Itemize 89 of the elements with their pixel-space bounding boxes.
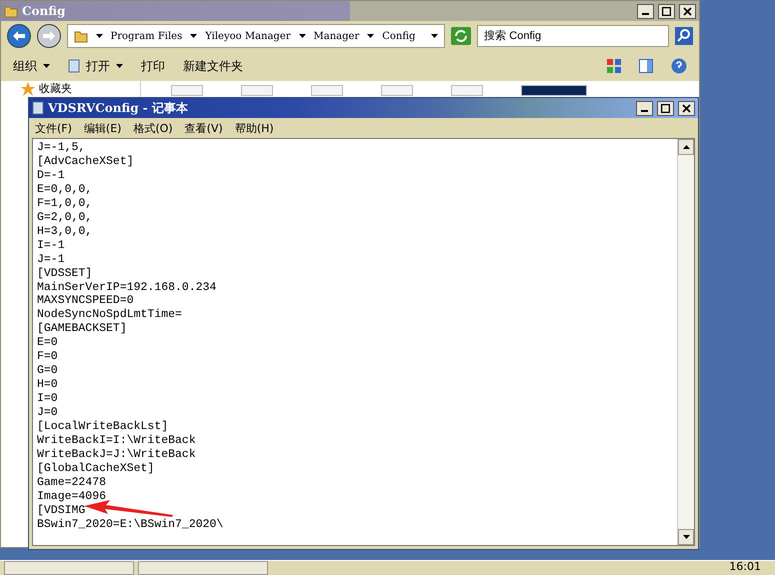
view-icon[interactable] bbox=[607, 59, 621, 73]
star-icon bbox=[21, 82, 35, 96]
address-bar[interactable]: Program Files Yileyoo Manager Manager Config bbox=[66, 24, 446, 48]
text-line: I=-1 bbox=[37, 238, 65, 253]
close-button[interactable] bbox=[678, 100, 695, 116]
search-field[interactable]: 搜索 Config bbox=[477, 25, 670, 47]
text-line: WriteBackI=I:\WriteBack bbox=[37, 434, 196, 448]
maximize-icon bbox=[661, 104, 670, 112]
text-line: [LocalWriteBackLst] bbox=[37, 420, 168, 434]
text-line: [AdvCacheXSet] bbox=[37, 154, 134, 169]
text-line: [VDSSET] bbox=[37, 266, 92, 281]
up-arrow-icon bbox=[682, 145, 690, 149]
sidebar-item[interactable]: 收藏夹 bbox=[39, 83, 72, 95]
close-button[interactable] bbox=[679, 4, 696, 18]
help-icon[interactable] bbox=[671, 58, 687, 74]
maximize-icon bbox=[662, 6, 671, 16]
menu-item[interactable]: 格式(O) bbox=[133, 120, 173, 136]
breadcrumb-item[interactable]: Yileyoo Manager bbox=[205, 30, 291, 42]
file-thumbnail[interactable] bbox=[381, 85, 413, 96]
caret-icon bbox=[190, 34, 198, 38]
scroll-up-button[interactable] bbox=[678, 139, 694, 155]
text-line: J=0 bbox=[37, 406, 58, 420]
caret-icon bbox=[96, 34, 102, 38]
text-line: H=0 bbox=[37, 378, 58, 392]
toolbar-button[interactable]: 打开 bbox=[68, 58, 123, 74]
toolbar-button[interactable]: 组织 bbox=[13, 58, 50, 74]
close-icon bbox=[683, 6, 692, 16]
refresh-icon[interactable] bbox=[451, 27, 472, 45]
notepad-icon bbox=[68, 59, 80, 73]
text-line: NodeSyncNoSpdLmtTime= bbox=[37, 308, 182, 322]
text-line: J=-1 bbox=[37, 252, 65, 267]
text-line: F=0 bbox=[37, 350, 58, 364]
text-line: [GlobalCacheXSet] bbox=[37, 462, 154, 476]
minimize-icon bbox=[641, 110, 648, 112]
close-icon bbox=[682, 104, 691, 112]
text-line: Game=22478 bbox=[37, 476, 106, 490]
text-line: J=-1,5, bbox=[37, 141, 86, 155]
text-line: E=0 bbox=[37, 336, 58, 350]
menu-item[interactable]: 编辑(E) bbox=[84, 120, 122, 136]
text-line: D=-1 bbox=[37, 168, 65, 183]
menu-item[interactable]: 文件(F) bbox=[35, 120, 72, 136]
file-thumbnail[interactable] bbox=[521, 85, 587, 96]
text-line: MainSerVerIP=192.168.0.234 bbox=[37, 280, 216, 294]
minimize-icon bbox=[642, 13, 649, 15]
text-line: G=0 bbox=[37, 364, 58, 378]
text-line: G=2,0,0, bbox=[37, 210, 92, 225]
text-line: E=0,0,0, bbox=[37, 182, 92, 197]
text-line: [GAMEBACKSET] bbox=[37, 322, 127, 336]
window-title: VDSRVConfig - 记事本 bbox=[48, 100, 189, 116]
forward-button[interactable] bbox=[36, 24, 60, 48]
back-button[interactable] bbox=[7, 24, 31, 48]
search-icon[interactable] bbox=[675, 27, 693, 45]
text-line: I=0 bbox=[37, 392, 58, 406]
scrollbar[interactable] bbox=[677, 139, 694, 545]
caret-icon bbox=[431, 34, 438, 38]
folder-icon bbox=[4, 4, 18, 18]
minimize-button[interactable] bbox=[636, 100, 653, 116]
text-line: WriteBackJ=J:\WriteBack bbox=[37, 448, 196, 462]
folder-icon bbox=[74, 29, 88, 43]
breadcrumb-item[interactable]: Manager bbox=[314, 30, 360, 42]
breadcrumb-item[interactable]: Config bbox=[382, 30, 416, 42]
back-arrow-icon bbox=[12, 31, 25, 41]
text-line: Image=4096 bbox=[37, 490, 106, 504]
notepad-icon bbox=[32, 101, 44, 115]
clock: 16:01 bbox=[729, 561, 761, 573]
maximize-button[interactable] bbox=[657, 100, 674, 116]
caret-icon bbox=[682, 535, 690, 539]
caret-icon bbox=[367, 34, 374, 38]
text-line: H=3,0,0, bbox=[37, 224, 92, 239]
scroll-down-button[interactable] bbox=[678, 529, 694, 545]
text-line: F=1,0,0, bbox=[37, 196, 92, 211]
toolbar-button[interactable]: 打印 bbox=[141, 58, 165, 74]
file-thumbnail[interactable] bbox=[241, 85, 273, 96]
minimize-button[interactable] bbox=[637, 4, 654, 18]
window-title: Config bbox=[22, 4, 66, 18]
breadcrumb-item[interactable]: Program Files bbox=[110, 30, 182, 42]
text-line: MAXSYNCSPEED=0 bbox=[37, 294, 134, 308]
menu-item[interactable]: 帮助(H) bbox=[234, 120, 274, 136]
pane-icon[interactable] bbox=[639, 59, 653, 73]
file-thumbnail[interactable] bbox=[451, 85, 483, 96]
forward-arrow-icon bbox=[42, 31, 55, 41]
file-thumbnail[interactable] bbox=[171, 85, 203, 96]
text-line: [VDSIMG bbox=[37, 504, 86, 518]
caret-icon bbox=[298, 34, 306, 38]
maximize-button[interactable] bbox=[658, 4, 675, 18]
text-line: BSwin7_2020=E:\BSwin7_2020\ bbox=[37, 518, 224, 532]
file-thumbnail[interactable] bbox=[311, 85, 343, 96]
toolbar-button[interactable]: 新建文件夹 bbox=[183, 58, 243, 74]
menu-item[interactable]: 查看(V) bbox=[184, 120, 223, 136]
